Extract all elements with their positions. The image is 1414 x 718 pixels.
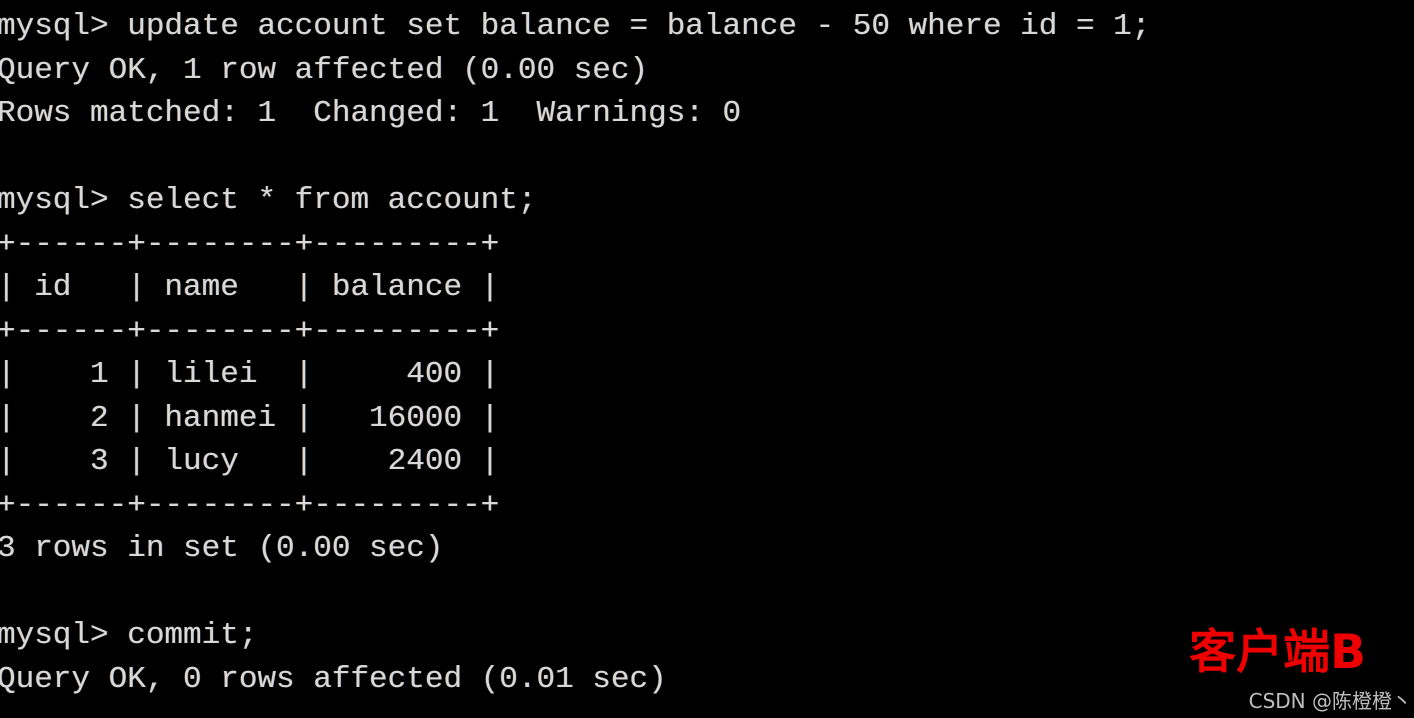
terminal-line: | 2 | hanmei | 16000 | <box>0 400 500 436</box>
terminal-line: +------+--------+---------+ <box>0 226 500 262</box>
client-b-annotation: 客户端B <box>1189 625 1366 680</box>
csdn-watermark: CSDN @陈橙橙丶 <box>1248 689 1412 713</box>
terminal-line: +------+--------+---------+ <box>0 487 500 523</box>
terminal-line: mysql> update account set balance = bala… <box>0 9 1151 44</box>
terminal-line: +------+--------+---------+ <box>0 313 500 349</box>
terminal-line: Rows matched: 1 Changed: 1 Warnings: 0 <box>0 96 742 131</box>
terminal-output: mysql> update account set balance = bala… <box>0 5 1414 701</box>
terminal-line: mysql> select * from account; <box>0 183 537 218</box>
terminal-line: 3 rows in set (0.00 sec) <box>0 531 444 566</box>
terminal-window[interactable]: mysql> update account set balance = bala… <box>0 0 1414 718</box>
terminal-line: Query OK, 1 row affected (0.00 sec) <box>0 52 649 88</box>
terminal-line: | 1 | lilei | 400 | <box>0 357 500 392</box>
terminal-line: | 3 | lucy | 2400 | <box>0 444 500 479</box>
terminal-line: | id | name | balance | <box>0 270 500 305</box>
